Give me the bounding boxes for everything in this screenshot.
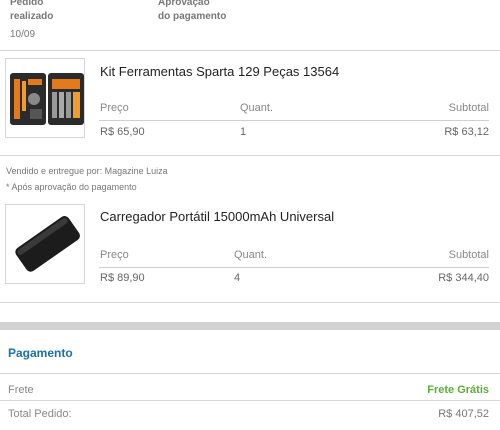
item-price: R$ 65,90 xyxy=(100,126,145,138)
approval-note: * Após aprovação do pagamento xyxy=(6,182,137,192)
total-value: R$ 407,52 xyxy=(438,408,489,420)
power-bank-icon xyxy=(6,205,84,283)
columns-divider xyxy=(99,267,489,268)
toolkit-case-image[interactable] xyxy=(5,58,85,138)
seller-info: Vendido e entregue por: Magazine Luiza xyxy=(6,166,168,176)
shipping-value: Frete Grátis xyxy=(427,384,489,396)
item-name[interactable]: Kit Ferramentas Sparta 129 Peças 13564 xyxy=(100,64,339,79)
price-header: Preço xyxy=(100,102,129,114)
columns-divider xyxy=(99,120,489,121)
payment-title: Pagamento xyxy=(8,346,73,360)
section-separator xyxy=(0,322,500,330)
payment-divider xyxy=(0,373,500,374)
total-label: Total Pedido: xyxy=(8,408,72,420)
item-name[interactable]: Carregador Portátil 15000mAh Universal xyxy=(100,209,334,224)
subtotal-header: Subtotal xyxy=(448,102,489,114)
subtotal-header: Subtotal xyxy=(448,249,489,261)
step-ordered-label: Pedido realizado xyxy=(10,0,53,24)
qty-header: Quant. xyxy=(234,249,268,261)
item-quantity: 1 xyxy=(240,126,247,138)
step-approval-label: Aprovação do pagamento xyxy=(158,0,226,24)
item-divider xyxy=(0,155,500,156)
step-approval-line2: do pagamento xyxy=(158,11,227,22)
qty-header: Quant. xyxy=(240,102,274,114)
shipping-label: Frete xyxy=(8,384,34,396)
step-approval-line1: Aprovação xyxy=(158,0,210,8)
item-quantity: 4 xyxy=(234,272,241,284)
order-progress-steps: Pedido realizado 10/09 Aprovação do paga… xyxy=(0,0,500,46)
order-item: Kit Ferramentas Sparta 129 Peças 13564 P… xyxy=(0,58,500,148)
item-subtotal: R$ 344,40 xyxy=(438,272,489,284)
step-ordered-line1: Pedido xyxy=(10,0,44,8)
item-divider xyxy=(0,50,500,51)
payment-divider xyxy=(0,400,500,401)
item-price: R$ 89,90 xyxy=(100,272,145,284)
item-divider xyxy=(0,302,500,303)
step-ordered-line2: realizado xyxy=(10,11,54,22)
price-header: Preço xyxy=(100,249,129,261)
order-item: Carregador Portátil 15000mAh Universal P… xyxy=(0,204,500,294)
power-bank-image[interactable] xyxy=(5,204,85,284)
step-ordered-date: 10/09 xyxy=(10,29,36,40)
item-subtotal: R$ 63,12 xyxy=(444,126,489,138)
toolkit-case-icon xyxy=(6,59,84,137)
